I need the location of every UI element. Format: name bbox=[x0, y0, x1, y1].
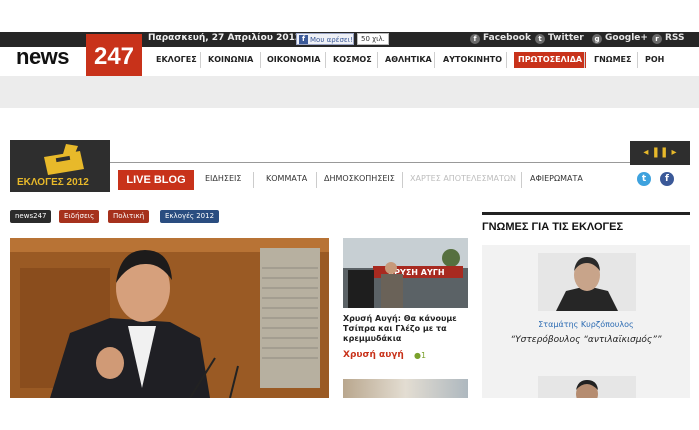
story-headline[interactable]: Χρυσή Αυγή: Θα κάνουμε Τσίπρα και Γλέζο … bbox=[343, 314, 473, 344]
twitter-icon[interactable]: t bbox=[637, 172, 651, 186]
tag-elections-2012[interactable]: Εκλογές 2012 bbox=[160, 210, 220, 223]
twitter-link[interactable]: t Twitter bbox=[535, 33, 584, 44]
story-thumbnail[interactable]: ΧΡΥΣΗ ΑΥΓΗ bbox=[343, 238, 468, 308]
nav-item-auto[interactable]: ΑΥΤΟΚΙΝΗΤΟ bbox=[443, 48, 502, 72]
story-category[interactable]: Χρυσή αυγή bbox=[343, 350, 404, 360]
subnav-parties[interactable]: ΚΟΜΜΑΤΑ bbox=[266, 174, 307, 183]
site-logo-word[interactable]: news bbox=[16, 44, 70, 70]
google-plus-link[interactable]: g Google+ bbox=[592, 33, 648, 44]
facebook-like-label: Μου αρέσει! bbox=[310, 36, 353, 44]
nav-item-front-pages[interactable]: ΠΡΩΤΟΣΕΛΙΔΑ bbox=[514, 52, 587, 68]
nav-item-opinions[interactable]: ΓΝΩΜΕΣ bbox=[594, 48, 631, 72]
rss-link[interactable]: r RSS bbox=[652, 33, 685, 44]
story-thumbnail-2[interactable] bbox=[343, 379, 468, 398]
nav-item-economy[interactable]: ΟΙΚΟΝΟΜΙΑ bbox=[267, 48, 320, 72]
nav-item-world[interactable]: ΚΟΣΜΟΣ bbox=[333, 48, 372, 72]
subnav-polls[interactable]: ΔΗΜΟΣΚΟΠΗΣΕΙΣ bbox=[324, 174, 395, 183]
rss-icon: r bbox=[652, 34, 662, 44]
subnav-result-maps[interactable]: ΧΑΡΤΕΣ ΑΠΟΤΕΛΕΣΜΑΤΩΝ bbox=[410, 174, 516, 183]
author-photo-2[interactable] bbox=[538, 376, 636, 398]
google-plus-icon: g bbox=[592, 34, 602, 44]
live-blog-button[interactable]: LIVE BLOG bbox=[118, 170, 194, 190]
nav-item-elections[interactable]: ΕΚΛΟΓΕΣ bbox=[156, 48, 197, 72]
twitter-icon: t bbox=[535, 34, 545, 44]
tag-news247[interactable]: news247 bbox=[10, 210, 52, 223]
facebook-like-count: 50 χιλ. bbox=[357, 33, 389, 45]
elections-logo-text: ΕΚΛΟΓΕΣ 2012 bbox=[17, 177, 89, 188]
facebook-icon[interactable]: f bbox=[660, 172, 674, 186]
subnav-features[interactable]: ΑΦΙΕΡΩΜΑΤΑ bbox=[530, 174, 583, 183]
facebook-like-button[interactable]: f Μου αρέσει! bbox=[296, 33, 354, 45]
site-logo-number[interactable]: 247 bbox=[86, 34, 142, 76]
politician-photo bbox=[10, 238, 329, 398]
protest-photo: ΧΡΥΣΗ ΑΥΓΗ bbox=[343, 238, 468, 308]
facebook-icon: f bbox=[299, 35, 308, 44]
carousel-controls[interactable]: ◂ ❚❚ ▸ bbox=[630, 141, 690, 165]
facebook-link[interactable]: f Facebook bbox=[470, 33, 531, 44]
current-date: Παρασκευή, 27 Απριλίου 2012 bbox=[148, 33, 302, 43]
subnav-news[interactable]: ΕΙΔΗΣΕΙΣ bbox=[205, 174, 241, 183]
ballot-box-icon bbox=[44, 144, 84, 175]
comment-icon: ● bbox=[414, 351, 421, 360]
nav-item-sports[interactable]: ΑΘΛΗΤΙΚΑ bbox=[385, 48, 432, 72]
nav-item-society[interactable]: ΚΟΙΝΩΝΙΑ bbox=[208, 48, 253, 72]
facebook-icon: f bbox=[470, 34, 480, 44]
opinion-author[interactable]: Σταμάτης Κυρζόπουλος bbox=[482, 320, 690, 329]
main-story-photo[interactable] bbox=[10, 238, 329, 398]
comment-count[interactable]: ●1 bbox=[414, 351, 426, 360]
ad-banner-area bbox=[0, 76, 699, 108]
tag-politics[interactable]: Πολιτική bbox=[108, 210, 150, 223]
elections-logo[interactable]: ΕΚΛΟΓΕΣ 2012 bbox=[10, 140, 110, 192]
tag-news[interactable]: Ειδήσεις bbox=[59, 210, 100, 223]
opinion-title[interactable]: “Υστερόβουλος “αντιλαϊκισμός”” bbox=[482, 335, 690, 345]
author-photo[interactable] bbox=[538, 253, 636, 311]
nav-item-feed[interactable]: ΡΟΗ bbox=[645, 48, 664, 72]
opinions-divider bbox=[482, 212, 690, 215]
opinions-title: ΓΝΩΜΕΣ ΓΙΑ ΤΙΣ ΕΚΛΟΓΕΣ bbox=[482, 221, 624, 233]
elections-divider bbox=[10, 162, 690, 163]
